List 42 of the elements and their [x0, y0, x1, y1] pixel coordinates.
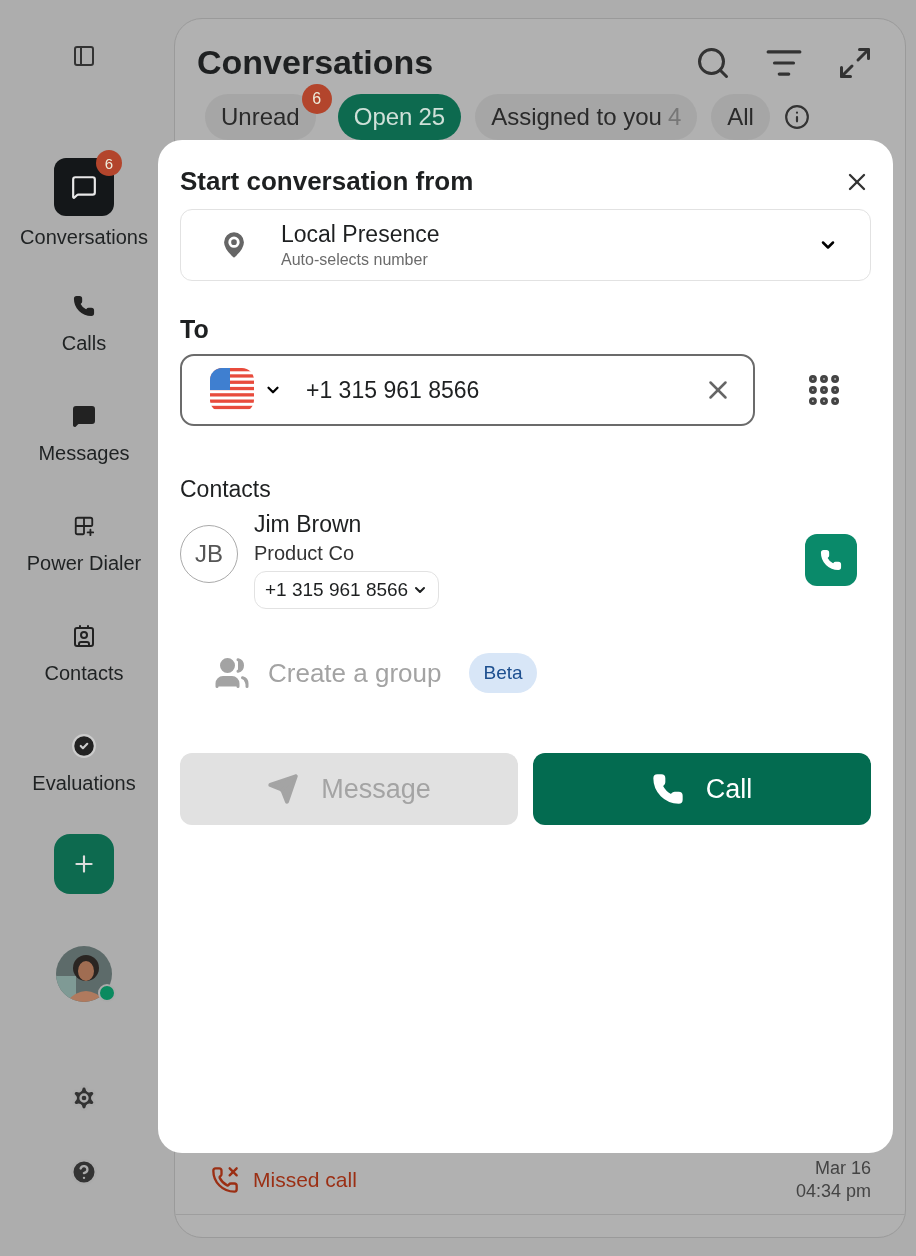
- sidebar-toggle-icon[interactable]: [72, 44, 96, 68]
- contact-name: Jim Brown: [254, 511, 363, 538]
- call-status: Missed call: [253, 1167, 358, 1192]
- unread-badge: 6: [301, 84, 332, 114]
- call-date: Mar 16: [814, 1157, 871, 1180]
- filter-tab[interactable]: Open 25: [337, 94, 462, 140]
- beta-badge: Beta: [469, 653, 537, 693]
- contacts-heading: Contacts: [180, 476, 272, 503]
- phone-icon: [73, 295, 95, 317]
- info-icon[interactable]: [783, 104, 810, 130]
- page-title: Conversations: [197, 43, 435, 82]
- nav-item[interactable]: Power Dialer: [26, 478, 142, 588]
- filter-tab[interactable]: All: [711, 94, 770, 140]
- contact-company: Product Co: [254, 542, 356, 565]
- flag-icon: [210, 368, 254, 412]
- message-icon: [72, 404, 96, 428]
- nav-item[interactable]: Evaluations: [32, 698, 136, 808]
- from-select[interactable]: Local Presence Auto-selects number: [180, 209, 871, 281]
- send-icon: [267, 773, 300, 805]
- call-time: 04:34 pm: [795, 1179, 871, 1202]
- phone-icon: [820, 549, 842, 571]
- phone-field[interactable]: +1 315 961 8566: [180, 354, 755, 426]
- nav-item[interactable]: Messages: [38, 368, 130, 478]
- nav-item[interactable]: 6 Conversations: [20, 148, 148, 258]
- contact-card-icon: [72, 624, 96, 648]
- number-select[interactable]: +1 315 961 8566: [254, 571, 440, 609]
- call-contact-button[interactable]: [805, 534, 857, 586]
- status-dot: [98, 984, 116, 1002]
- group-icon: [214, 655, 250, 691]
- nav-item[interactable]: Calls: [61, 258, 107, 368]
- country-select[interactable]: [210, 368, 282, 412]
- check-circle-icon: [71, 733, 97, 759]
- unread-badge: 6: [96, 150, 122, 176]
- missed-call-icon: [211, 1165, 239, 1194]
- dialog-title: Start conversation from: [180, 166, 474, 197]
- nav-item[interactable]: Contacts: [44, 588, 124, 698]
- help-icon[interactable]: [70, 1158, 98, 1186]
- phone-icon: [651, 773, 684, 805]
- dialer-icon: [73, 515, 95, 537]
- call-button[interactable]: Call: [533, 753, 871, 825]
- new-button[interactable]: [54, 834, 114, 894]
- to-label: To: [180, 315, 210, 344]
